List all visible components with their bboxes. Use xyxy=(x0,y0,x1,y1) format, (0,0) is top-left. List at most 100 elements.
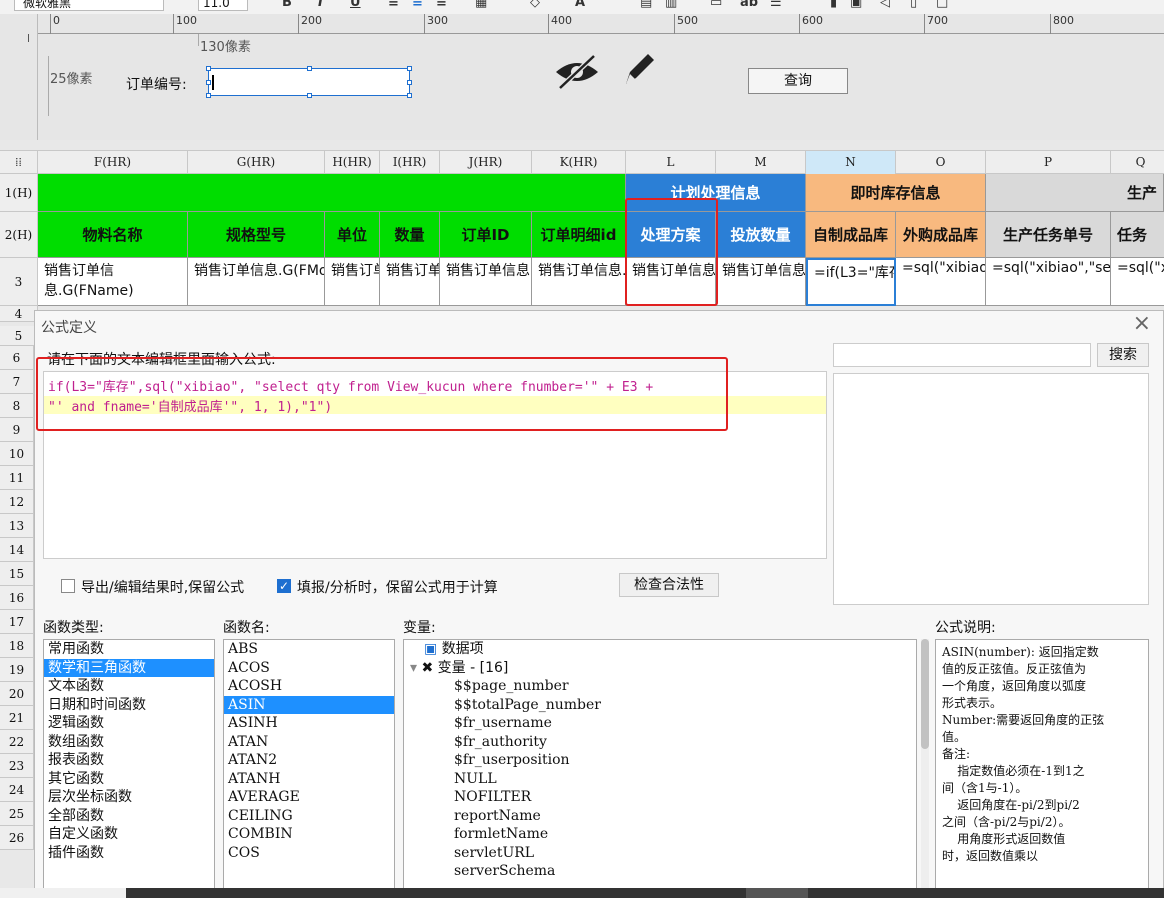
variable-scrollbar[interactable] xyxy=(921,639,929,889)
header-production-task[interactable]: 生产任务单号 xyxy=(986,212,1111,258)
list-item[interactable]: 数组函数 xyxy=(44,733,214,752)
column-header-o[interactable]: O xyxy=(896,151,986,174)
function-name-list[interactable]: ABS ACOS ACOSH ASIN ASINH ATAN ATAN2 ATA… xyxy=(223,639,395,889)
row-header[interactable]: 18 xyxy=(0,634,34,658)
insert-row-icon[interactable]: ▭ xyxy=(710,0,722,10)
font-color-icon[interactable]: A xyxy=(575,0,585,10)
row-header[interactable]: 14 xyxy=(0,538,34,562)
list-item-selected[interactable]: ASIN xyxy=(224,695,394,714)
corner-cell[interactable]: ⁞⁞ xyxy=(0,151,38,174)
header-order-detail-id[interactable]: 订单明细id xyxy=(532,212,626,258)
chart-icon[interactable]: ▮ xyxy=(830,0,837,10)
tree-leaf[interactable]: $$totalPage_number xyxy=(404,696,916,715)
tree-leaf[interactable]: $$page_number xyxy=(404,677,916,696)
row-header[interactable]: 25 xyxy=(0,802,34,826)
cell-j3[interactable]: 销售订单信息.G( xyxy=(440,258,532,306)
list-item[interactable]: AVERAGE xyxy=(224,788,394,807)
tree-leaf[interactable]: $fr_userposition xyxy=(404,751,916,770)
query-button[interactable]: 查询 xyxy=(748,68,848,94)
header-purchased-stock[interactable]: 外购成品库 xyxy=(896,212,986,258)
row-header[interactable]: 8 xyxy=(0,394,34,418)
cell-i3[interactable]: 销售订单信息 xyxy=(380,258,440,306)
row-header[interactable]: 23 xyxy=(0,754,34,778)
frame-icon[interactable]: □ xyxy=(936,0,948,10)
bold-button[interactable]: B xyxy=(282,0,292,10)
header-quantity[interactable]: 数量 xyxy=(380,212,440,258)
list-item[interactable]: 逻辑函数 xyxy=(44,714,214,733)
tree-leaf[interactable]: formletName xyxy=(404,825,916,844)
list-item[interactable]: ACOS xyxy=(224,659,394,678)
tree-node-data-items[interactable]: ▣ 数据项 xyxy=(404,640,916,659)
row-header[interactable]: 5 xyxy=(0,326,38,346)
row-header[interactable]: 6 xyxy=(0,346,34,370)
tree-leaf[interactable]: $fr_authority xyxy=(404,733,916,752)
cell-g3[interactable]: 销售订单信息.G(FModel xyxy=(188,258,325,306)
font-family-select[interactable]: 微软雅黑 xyxy=(14,0,164,11)
cell-f3[interactable]: 销售订单信息.G(FName) xyxy=(38,258,188,306)
tree-node-variables[interactable]: ▾ ✖ 变量 - [16] xyxy=(404,659,916,678)
list-item[interactable]: 其它函数 xyxy=(44,770,214,789)
cell-p3[interactable]: =sql("xibiao","select xyxy=(986,258,1111,306)
cell-k3[interactable]: 销售订单信息.G( xyxy=(532,258,626,306)
cell-q3[interactable]: =sql("xibiao xyxy=(1111,258,1164,306)
column-header-q[interactable]: Q xyxy=(1111,151,1164,174)
list-item[interactable]: ABS xyxy=(224,640,394,659)
border-icon[interactable]: ▦ xyxy=(475,0,487,10)
row-header[interactable]: 9 xyxy=(0,418,34,442)
row-header[interactable]: 26 xyxy=(0,826,34,850)
tree-leaf[interactable]: $fr_username xyxy=(404,714,916,733)
hide-eye-icon[interactable] xyxy=(552,52,602,92)
list-item[interactable]: ATAN2 xyxy=(224,751,394,770)
list-item[interactable]: ACOSH xyxy=(224,677,394,696)
merge-icon[interactable]: ▤ xyxy=(640,0,652,10)
list-item[interactable]: ASINH xyxy=(224,714,394,733)
search-results-list[interactable] xyxy=(833,373,1149,605)
align-left-icon[interactable]: ≡ xyxy=(388,0,399,10)
column-header-l[interactable]: L xyxy=(626,151,716,174)
widget-icon[interactable]: ☰ xyxy=(770,0,782,10)
list-item[interactable]: COS xyxy=(224,844,394,863)
row-header[interactable]: 22 xyxy=(0,730,34,754)
header-task[interactable]: 任务 xyxy=(1111,212,1164,258)
tree-leaf[interactable]: servletURL xyxy=(404,844,916,863)
row-header[interactable]: 12 xyxy=(0,490,34,514)
cell-m3[interactable]: 销售订单信息.G( xyxy=(716,258,806,306)
underline-button[interactable]: U xyxy=(350,0,361,10)
list-item[interactable]: 插件函数 xyxy=(44,844,214,863)
list-item[interactable]: 日期和时间函数 xyxy=(44,696,214,715)
column-header-p[interactable]: P xyxy=(986,151,1111,174)
header-spec[interactable]: 规格型号 xyxy=(188,212,325,258)
cell-o3[interactable]: =sql("xibiao" xyxy=(896,258,986,306)
fill-color-icon[interactable]: ◇ xyxy=(530,0,540,10)
row-header[interactable]: 24 xyxy=(0,778,34,802)
list-item-selected[interactable]: 数学和三角函数 xyxy=(44,658,214,677)
font-size-select[interactable]: 11.0 xyxy=(198,0,248,11)
search-input[interactable] xyxy=(833,343,1091,367)
preserve-formula-fill-checkbox[interactable]: ✓ xyxy=(277,579,291,593)
shape-icon[interactable]: ◁ xyxy=(880,0,890,10)
tree-leaf[interactable]: reportName xyxy=(404,807,916,826)
stock-group-header[interactable]: 即时库存信息 xyxy=(806,174,986,212)
row-header[interactable]: 1(H) xyxy=(0,174,38,212)
validate-button[interactable]: 检查合法性 xyxy=(619,573,719,597)
row-header[interactable]: 21 xyxy=(0,706,34,730)
variable-tree[interactable]: ▣ 数据项 ▾ ✖ 变量 - [16] $$page_number $$tota… xyxy=(403,639,917,889)
close-icon[interactable]: × xyxy=(1133,311,1151,336)
italic-button[interactable]: I xyxy=(318,0,323,10)
doc-icon[interactable]: ▯ xyxy=(910,0,917,10)
split-icon[interactable]: ▥ xyxy=(665,0,677,10)
row-header[interactable]: 2(H) xyxy=(0,212,38,258)
cell-n3-selected[interactable]: =if(L3="库存",sql xyxy=(806,258,896,306)
row-header[interactable]: 20 xyxy=(0,682,34,706)
tree-leaf[interactable]: NOFILTER xyxy=(404,788,916,807)
row-header[interactable]: 4 xyxy=(0,306,38,322)
list-item[interactable]: ATAN xyxy=(224,733,394,752)
tree-leaf[interactable]: NULL xyxy=(404,770,916,789)
row1-green-header[interactable] xyxy=(38,174,626,212)
tree-leaf[interactable]: serverSchema xyxy=(404,862,916,881)
row-header[interactable]: 16 xyxy=(0,586,34,610)
column-header-g[interactable]: G(HR) xyxy=(188,151,325,174)
cell-h3[interactable]: 销售订单 xyxy=(325,258,380,306)
column-header-f[interactable]: F(HR) xyxy=(38,151,188,174)
column-header-h[interactable]: H(HR) xyxy=(325,151,380,174)
